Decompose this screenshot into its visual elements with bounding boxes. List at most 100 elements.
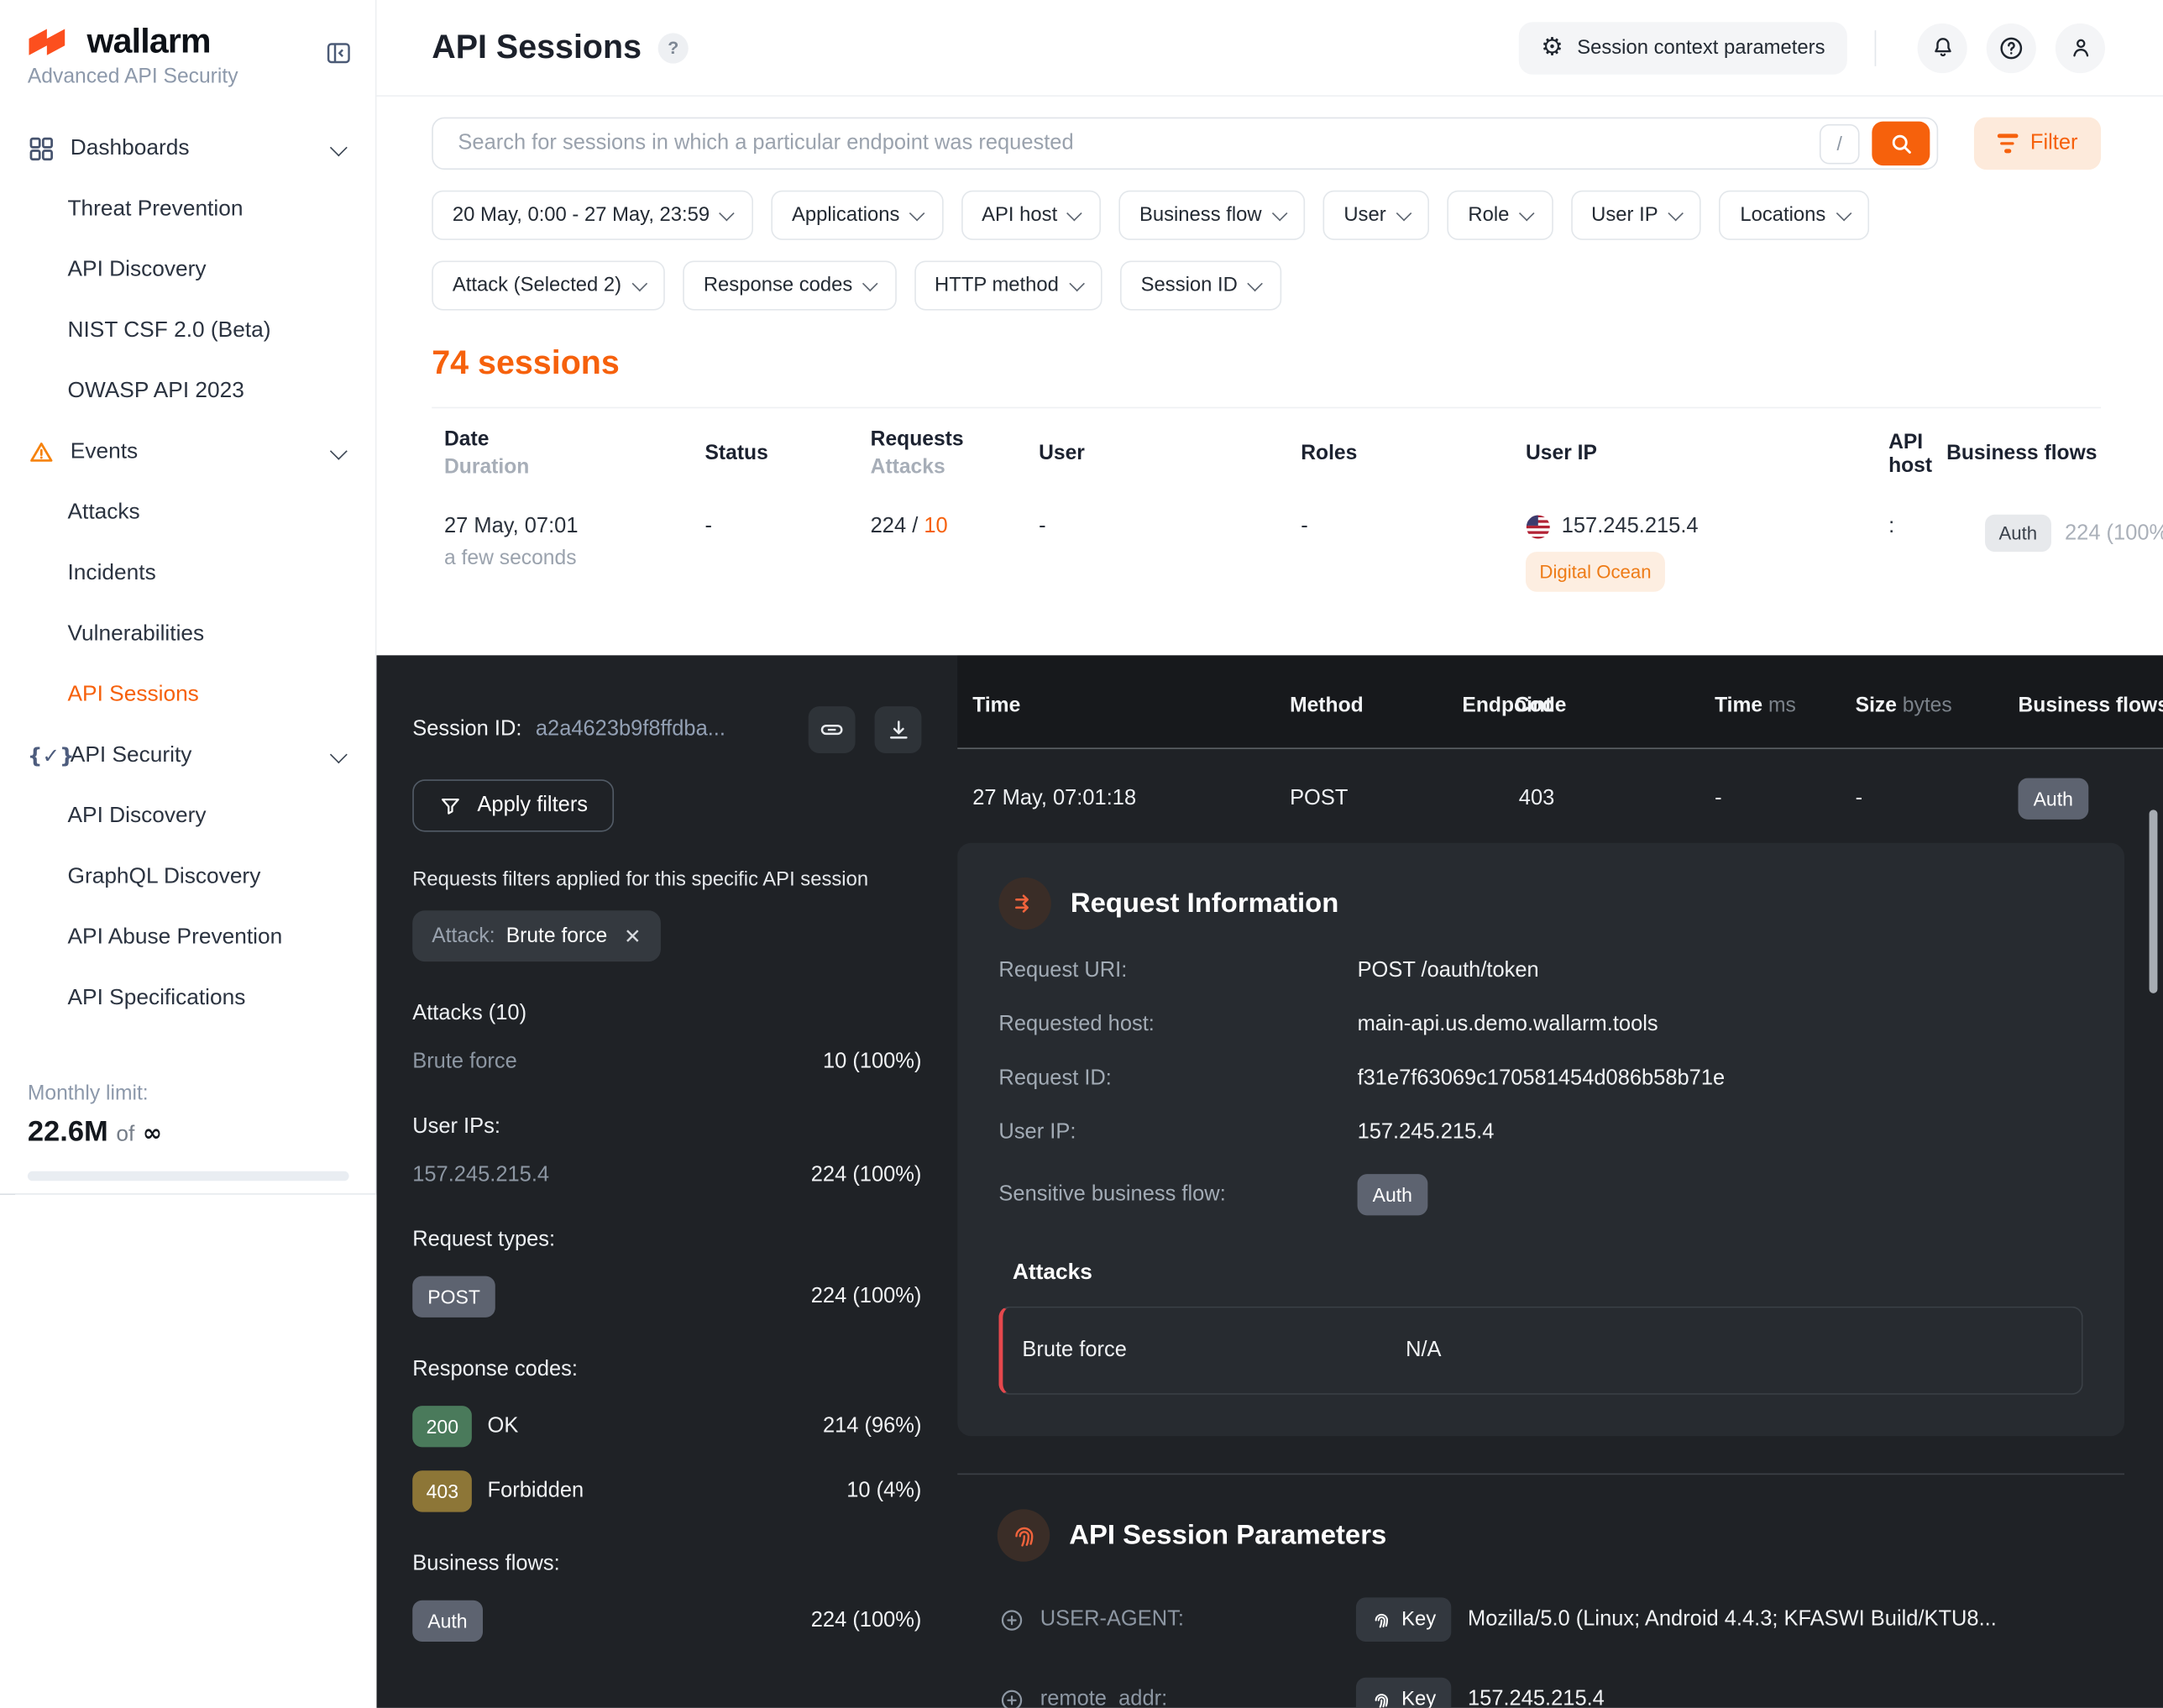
copy-link-button[interactable] (809, 706, 856, 753)
sidebar-item-threat-prevention[interactable]: Threat Prevention (0, 180, 375, 240)
session-user-ip[interactable]: 157.245.215.4 (1562, 515, 1699, 540)
key-badge[interactable]: Key (1356, 1678, 1451, 1708)
apply-filters-label: Apply filters (477, 794, 588, 819)
sidebar-item-label: Threat Prevention (68, 197, 244, 223)
attack-filter-value: Brute force (506, 925, 608, 948)
sidebar-item-owasp-api[interactable]: OWASP API 2023 (0, 361, 375, 422)
request-user-ip-row: User IP: 157.245.215.4 (998, 1120, 2082, 1145)
sensitive-flow-label: Sensitive business flow: (998, 1182, 1357, 1208)
request-attack-name: Brute force (1022, 1339, 1406, 1364)
sidebar-item-api-security[interactable]: {✓} API Security (0, 726, 375, 786)
col-status: Status (704, 442, 870, 465)
attacks-section-title: Attacks (10) (412, 1002, 921, 1027)
status-200-stat: 214 (96%) (823, 1414, 921, 1439)
session-detail-panel: Session ID: a2a4623b9f8ffdba... (376, 655, 2163, 1708)
filter-chip-api-host[interactable]: API host (961, 191, 1101, 240)
sidebar-item-nist-csf[interactable]: NIST CSF 2.0 (Beta) (0, 301, 375, 361)
attack-filter-chip[interactable]: Attack: Brute force ✕ (412, 910, 660, 961)
request-row[interactable]: 27 May, 07:01:18 POST 403 - - Auth (957, 749, 2163, 820)
filter-chip-date-range[interactable]: 20 May, 0:00 - 27 May, 23:59 (432, 191, 753, 240)
param-name: remote_addr: (1040, 1687, 1167, 1708)
sidebar-item-label: Vulnerabilities (68, 622, 205, 647)
search-icon (1888, 130, 1914, 156)
col-api-host-line1: API (1888, 430, 1946, 453)
session-id-value[interactable]: a2a4623b9f8ffdba... (536, 717, 725, 742)
sidebar: wallarm Advanced API Security Dashboards (0, 0, 376, 1195)
filter-chip-applications[interactable]: Applications (771, 191, 943, 240)
chevron-down-icon (631, 276, 646, 291)
chevron-down-icon (1668, 206, 1683, 220)
plus-circle-icon[interactable] (998, 1686, 1024, 1707)
monthly-limit-value: 22.6M of ∞ (28, 1116, 348, 1149)
sidebar-item-incidents[interactable]: Incidents (0, 543, 375, 604)
filter-chip-response-codes[interactable]: Response codes (683, 261, 896, 311)
filter-chip-http-method[interactable]: HTTP method (914, 261, 1102, 311)
session-id-label: Session ID: (412, 717, 521, 742)
sidebar-item-api-abuse-prevention[interactable]: API Abuse Prevention (0, 908, 375, 968)
filter-chip-locations[interactable]: Locations (1720, 191, 1869, 240)
request-user-ip-label: User IP: (998, 1120, 1357, 1145)
filter-chip-label: Applications (792, 204, 899, 226)
sidebar-collapse-icon[interactable] (324, 39, 354, 68)
col-requests-attacks[interactable]: Requests Attacks (871, 427, 1039, 479)
filter-chip-role[interactable]: Role (1448, 191, 1553, 240)
chevron-down-icon (1272, 206, 1286, 220)
business-flow-stat: 224 (100%) (811, 1609, 922, 1634)
post-badge: POST (412, 1276, 495, 1318)
request-attack-row[interactable]: Brute force N/A (998, 1307, 2082, 1395)
sidebar-item-api-discovery-2[interactable]: API Discovery (0, 786, 375, 846)
chevron-down-icon (1836, 206, 1851, 220)
monthly-limit-label: Monthly limit: (28, 1082, 348, 1105)
logo[interactable]: wallarm (0, 0, 375, 62)
session-table-row[interactable]: 27 May, 07:01 a few seconds - 224 / 10 -… (432, 479, 2101, 592)
sidebar-item-events[interactable]: Events (0, 422, 375, 483)
sidebar-item-label: API Discovery (68, 258, 207, 283)
title-help-icon[interactable]: ? (658, 33, 689, 63)
apply-filters-button[interactable]: Apply filters (412, 779, 614, 831)
request-size: - (1856, 786, 2019, 811)
req-col-method: Method (1290, 694, 1462, 717)
cell-user: - (1039, 515, 1301, 540)
sidebar-item-dashboards[interactable]: Dashboards (0, 118, 375, 179)
scrollbar-thumb[interactable] (2150, 809, 2158, 993)
request-information-title: Request Information (1071, 888, 1338, 919)
braces-check-icon: {✓} (28, 743, 55, 768)
filter-chip-business-flow[interactable]: Business flow (1118, 191, 1305, 240)
param-value: 157.245.215.4 (1468, 1687, 1605, 1708)
help-button[interactable] (1987, 23, 2036, 72)
download-button[interactable] (875, 706, 922, 753)
filter-chip-attack[interactable]: Attack (Selected 2) (432, 261, 665, 311)
request-attacks-title: Attacks (998, 1261, 2082, 1286)
filter-chip-user[interactable]: User (1323, 191, 1430, 240)
plus-circle-icon[interactable] (998, 1606, 1024, 1632)
param-value: Mozilla/5.0 (Linux; Android 4.4.3; KFASW… (1468, 1607, 1997, 1632)
key-badge[interactable]: Key (1356, 1597, 1451, 1642)
user-ip-stat-row: 157.245.215.4 224 (100%) (412, 1163, 921, 1188)
sidebar-item-graphql-discovery[interactable]: GraphQL Discovery (0, 847, 375, 908)
notifications-button[interactable] (1918, 23, 1967, 72)
sidebar-item-api-specifications[interactable]: API Specifications (0, 968, 375, 1029)
col-api-host-line2: host (1888, 453, 1946, 477)
close-icon[interactable]: ✕ (624, 924, 642, 949)
status-200-name: OK (488, 1414, 519, 1439)
attack-type[interactable]: Brute force (412, 1050, 517, 1075)
session-context-parameters-button[interactable]: ⚙ Session context parameters (1519, 21, 1847, 73)
sidebar-item-vulnerabilities[interactable]: Vulnerabilities (0, 605, 375, 665)
filter-chip-user-ip[interactable]: User IP (1571, 191, 1702, 240)
search-button[interactable] (1872, 122, 1930, 166)
user-ip[interactable]: 157.245.215.4 (412, 1163, 549, 1188)
sidebar-item-api-discovery[interactable]: API Discovery (0, 240, 375, 301)
session-date: 27 May, 07:01 (444, 515, 704, 540)
col-date-duration[interactable]: Date Duration (444, 427, 704, 479)
filter-chip-session-id[interactable]: Session ID (1120, 261, 1281, 311)
filter-chip-label: 20 May, 0:00 - 27 May, 23:59 (453, 204, 710, 226)
sidebar-item-attacks[interactable]: Attacks (0, 483, 375, 543)
filter-button[interactable]: Filter (1974, 118, 2101, 170)
search-input[interactable] (455, 129, 1820, 157)
account-button[interactable] (2056, 23, 2105, 72)
req-col-time-ms: Time ms (1715, 694, 1856, 717)
cell-roles: - (1301, 515, 1526, 540)
sidebar-item-api-sessions[interactable]: API Sessions (0, 665, 375, 726)
session-summary: Session ID: a2a4623b9f8ffdba... (376, 655, 957, 1708)
fingerprint-small-icon (1371, 1609, 1392, 1630)
